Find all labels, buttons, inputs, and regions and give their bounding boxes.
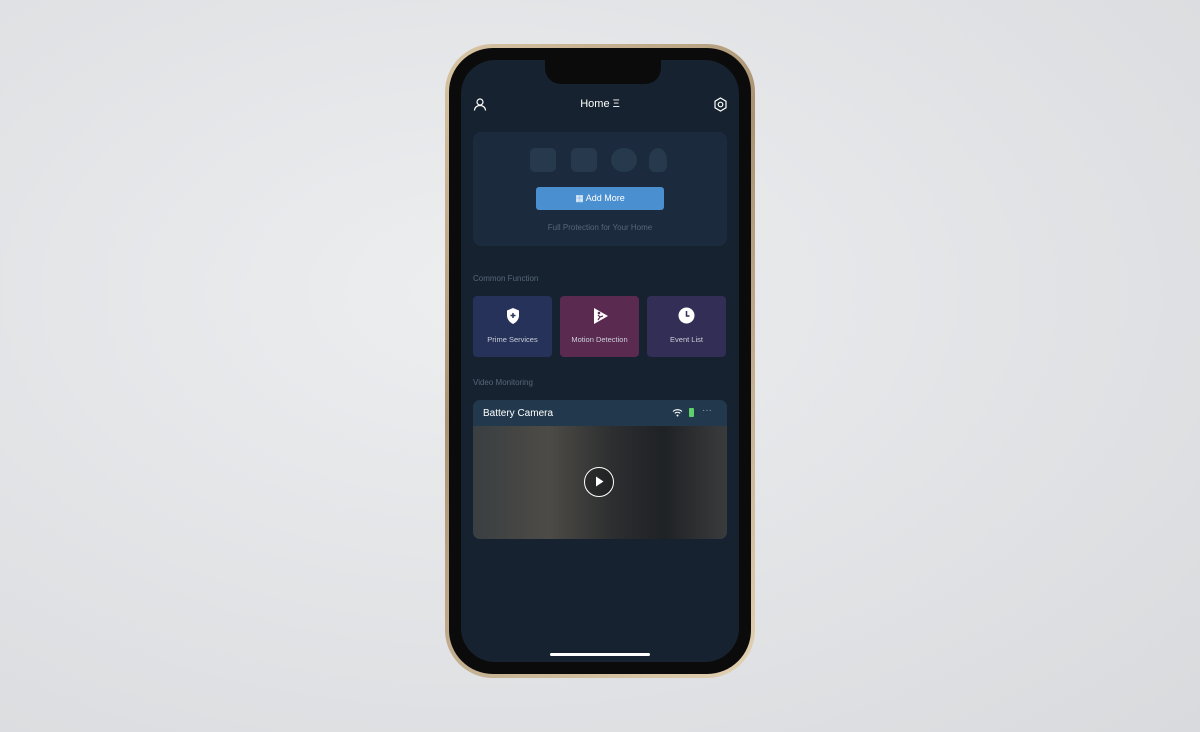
home-selector[interactable]: Home Ξ xyxy=(461,98,739,110)
camera-name: Battery Camera xyxy=(483,408,554,419)
phone-frame: Home Ξ ▦ Add More Full Protection for Yo… xyxy=(445,44,755,678)
tile-prime-services[interactable]: Prime Services xyxy=(473,296,552,357)
camera-preview[interactable] xyxy=(473,426,727,539)
more-options-icon[interactable]: ··· xyxy=(702,405,712,416)
hub-icon xyxy=(571,148,597,172)
tile-motion-detection[interactable]: Motion Detection xyxy=(560,296,639,357)
tile-label: Motion Detection xyxy=(571,335,628,344)
add-more-label: Add More xyxy=(585,193,625,203)
add-more-button[interactable]: ▦ Add More xyxy=(536,187,664,210)
clock-icon xyxy=(678,307,695,324)
play-icon xyxy=(596,476,604,487)
section-title: Video Monitoring xyxy=(473,378,533,387)
tile-event-list[interactable]: Event List xyxy=(647,296,726,357)
app-screen: Home Ξ ▦ Add More Full Protection for Yo… xyxy=(461,60,739,662)
notch xyxy=(545,60,661,84)
motion-icon xyxy=(593,308,608,324)
grid-icon: ▦ xyxy=(575,193,584,203)
wifi-icon xyxy=(672,409,683,417)
banner-subtitle: Full Protection for Your Home xyxy=(547,223,653,232)
header: Home Ξ xyxy=(461,94,739,116)
tile-label: Event List xyxy=(670,335,703,344)
menu-icon: Ξ xyxy=(612,98,620,110)
page-title: Home xyxy=(580,98,610,110)
section-title: Common Function xyxy=(473,274,539,283)
camera-card[interactable]: Battery Camera ··· xyxy=(473,400,727,539)
camera-icon xyxy=(611,148,637,172)
tv-icon xyxy=(530,148,556,172)
add-device-banner: ▦ Add More Full Protection for Your Home xyxy=(473,132,727,246)
play-button[interactable] xyxy=(584,467,614,497)
battery-icon xyxy=(689,408,694,417)
home-indicator[interactable] xyxy=(550,653,650,656)
bulb-icon xyxy=(649,148,667,172)
tile-label: Prime Services xyxy=(487,335,538,344)
settings-icon[interactable] xyxy=(713,97,728,112)
shield-plus-icon xyxy=(506,308,519,324)
